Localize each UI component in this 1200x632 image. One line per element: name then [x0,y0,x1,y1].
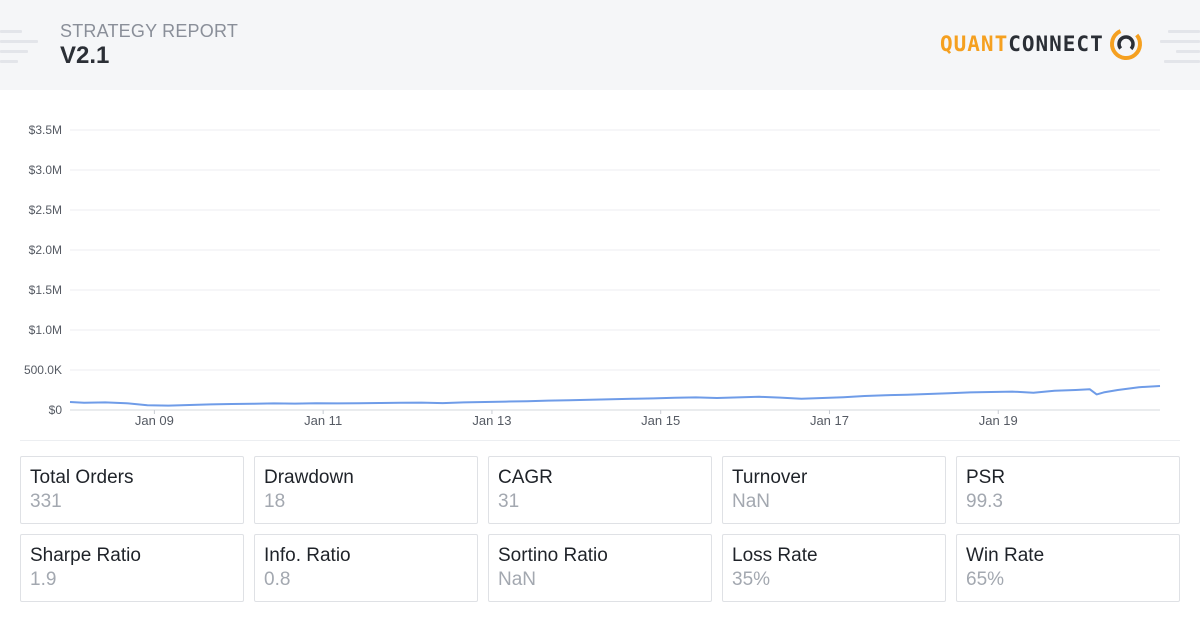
y-tick-label: $0 [49,403,63,417]
x-tick-label: Jan 09 [135,413,174,428]
x-tick-label: Jan 15 [641,413,680,428]
stat-card: Sharpe Ratio 1.9 [20,534,244,602]
stat-label: PSR [966,467,1006,488]
equity-chart: $0 500.0K $1.0M $1.5M $2.0M $2.5M $3.0M $3.5M Ja… [24,123,1161,428]
report-label: STRATEGY REPORT [60,21,239,41]
report-version: V2.1 [60,42,110,69]
stat-card: Win Rate 65% [956,534,1180,602]
stat-card: CAGR 31 [488,456,712,524]
stat-value: NaN [498,569,537,590]
stat-value: 1.9 [30,569,57,590]
stat-value: 0.8 [264,569,291,590]
logo-text-quant: QUANT [940,32,1009,56]
stat-label: Turnover [732,467,808,488]
stat-value: 31 [498,491,520,512]
x-tick-label: Jan 17 [810,413,849,428]
stat-label: Win Rate [966,545,1045,566]
y-tick-label: $3.5M [29,123,62,137]
stat-card: Drawdown 18 [254,456,478,524]
y-tick-label: $2.5M [29,203,62,217]
stat-value: 65% [966,569,1005,590]
stat-card: Info. Ratio 0.8 [254,534,478,602]
chart-divider [20,440,1180,441]
stat-label: CAGR [498,467,553,488]
x-tick-label: Jan 13 [472,413,511,428]
report-header: STRATEGY REPORT V2.1 QUANT CONNECT [0,0,1200,90]
stat-card: Turnover NaN [722,456,946,524]
quantconnect-logo: QUANT CONNECT [940,24,1144,64]
stat-card: Loss Rate 35% [722,534,946,602]
stat-label: Sharpe Ratio [30,545,141,566]
x-tick-label: Jan 19 [979,413,1018,428]
stat-label: Drawdown [264,467,354,488]
equity-series-line [69,385,1161,407]
quantconnect-logo-icon [1109,28,1142,60]
y-tick-label: 500.0K [24,363,62,377]
stat-label: Info. Ratio [264,545,351,566]
stat-value: NaN [732,491,771,512]
stat-label: Sortino Ratio [498,545,608,566]
stat-card: Sortino Ratio NaN [488,534,712,602]
y-tick-label: $2.0M [29,243,62,257]
stat-value: 35% [732,569,771,590]
stat-card: Total Orders 331 [20,456,244,524]
logo-text-connect: CONNECT [1008,32,1104,56]
x-tick-label: Jan 11 [304,413,342,428]
stat-value: 99.3 [966,491,1003,512]
y-tick-label: $3.0M [29,163,62,177]
y-tick-label: $1.5M [29,283,62,297]
stat-card: PSR 99.3 [956,456,1180,524]
stat-value: 331 [30,491,62,512]
stat-value: 18 [264,491,286,512]
stat-label: Total Orders [30,467,134,488]
y-tick-label: $1.0M [29,323,62,337]
stat-label: Loss Rate [732,545,818,566]
